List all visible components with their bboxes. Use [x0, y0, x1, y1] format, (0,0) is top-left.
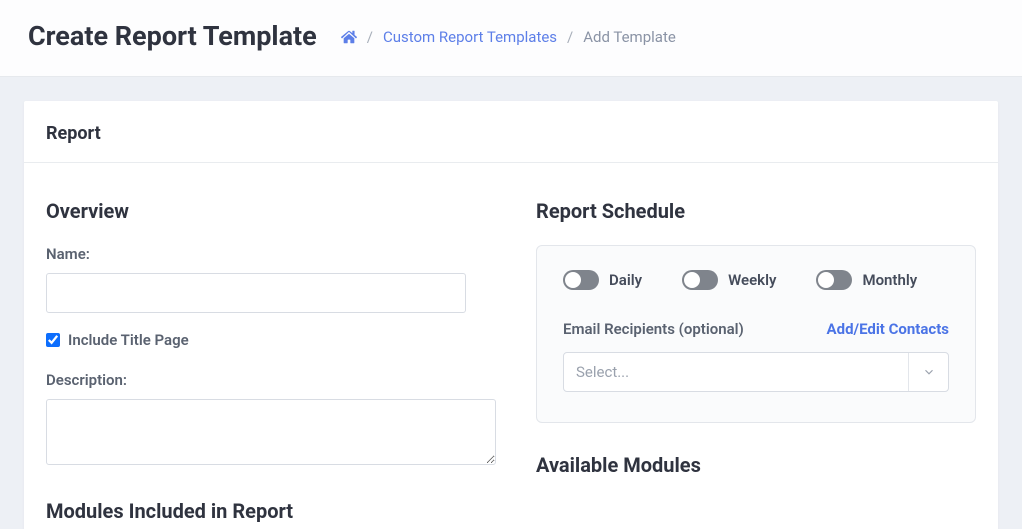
- recipients-select[interactable]: Select...: [563, 352, 949, 392]
- description-textarea[interactable]: [46, 399, 496, 465]
- page-title: Create Report Template: [28, 20, 317, 52]
- overview-heading: Overview: [46, 199, 496, 223]
- monthly-toggle[interactable]: [816, 270, 852, 290]
- name-label: Name:: [46, 245, 496, 263]
- breadcrumb-link-templates[interactable]: Custom Report Templates: [383, 28, 557, 46]
- home-icon[interactable]: [341, 29, 357, 45]
- breadcrumb: / Custom Report Templates / Add Template: [341, 28, 676, 46]
- report-card: Report Overview Name: Include Title Page…: [24, 101, 998, 529]
- schedule-box: Daily Weekly Monthly Email Recipients (o…: [536, 245, 976, 423]
- description-label: Description:: [46, 371, 496, 389]
- daily-toggle-label: Daily: [609, 271, 642, 289]
- weekly-toggle[interactable]: [682, 270, 718, 290]
- overview-column: Overview Name: Include Title Page Descri…: [46, 199, 496, 523]
- include-title-page-row: Include Title Page: [46, 331, 496, 349]
- page-header: Create Report Template / Custom Report T…: [0, 0, 1022, 77]
- available-modules-heading: Available Modules: [536, 453, 976, 477]
- recipients-row: Email Recipients (optional) Add/Edit Con…: [563, 320, 949, 338]
- chevron-down-icon: [908, 353, 948, 391]
- card-body: Overview Name: Include Title Page Descri…: [24, 163, 998, 529]
- toggle-row: Daily Weekly Monthly: [563, 270, 949, 290]
- content-wrap: Report Overview Name: Include Title Page…: [0, 77, 1022, 529]
- toggle-item-daily: Daily: [563, 270, 642, 290]
- schedule-column: Report Schedule Daily Weekly: [536, 199, 976, 523]
- breadcrumb-separator: /: [367, 28, 373, 46]
- daily-toggle[interactable]: [563, 270, 599, 290]
- include-title-page-label: Include Title Page: [68, 331, 189, 349]
- card-header: Report: [24, 101, 998, 163]
- weekly-toggle-label: Weekly: [728, 271, 776, 289]
- breadcrumb-current: Add Template: [583, 28, 676, 46]
- recipients-select-placeholder: Select...: [564, 353, 908, 391]
- include-title-page-checkbox[interactable]: [46, 333, 60, 347]
- schedule-heading: Report Schedule: [536, 199, 976, 223]
- modules-included-heading: Modules Included in Report: [46, 499, 496, 523]
- breadcrumb-separator: /: [567, 28, 573, 46]
- name-input[interactable]: [46, 273, 466, 313]
- toggle-item-weekly: Weekly: [682, 270, 776, 290]
- recipients-label: Email Recipients (optional): [563, 320, 744, 338]
- card-title: Report: [46, 123, 976, 144]
- add-edit-contacts-link[interactable]: Add/Edit Contacts: [827, 320, 949, 338]
- toggle-item-monthly: Monthly: [816, 270, 917, 290]
- monthly-toggle-label: Monthly: [862, 271, 917, 289]
